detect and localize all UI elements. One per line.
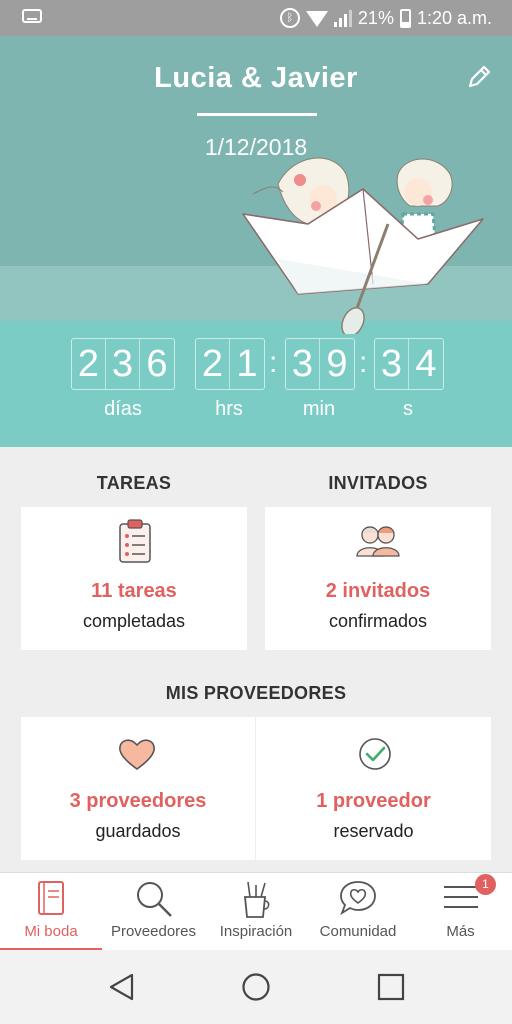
clock: 1:20 a.m. bbox=[416, 7, 492, 28]
nav-label: Inspiración bbox=[219, 923, 293, 940]
seconds-label: s bbox=[403, 398, 413, 420]
pencil-icon[interactable] bbox=[466, 64, 492, 90]
battery-icon bbox=[399, 8, 411, 28]
guests-icon bbox=[356, 526, 400, 557]
colon-separator: : bbox=[359, 346, 368, 379]
countdown-digit: 3 bbox=[375, 339, 409, 389]
booked-vendors-card[interactable]: 1 proveedor reservado bbox=[256, 717, 491, 860]
voicemail-icon bbox=[22, 9, 42, 23]
saved-vendors-card[interactable]: 3 proveedores guardados bbox=[21, 717, 255, 860]
checkmark-circle-icon bbox=[359, 738, 391, 770]
nav-label: Más bbox=[446, 923, 475, 940]
nav-proveedores[interactable]: Proveedores bbox=[102, 873, 205, 951]
countdown-minutes: 3 9 bbox=[285, 338, 355, 390]
nav-comunidad[interactable]: Comunidad bbox=[307, 873, 409, 951]
countdown-digit: 2 bbox=[196, 339, 230, 389]
nav-inspiracion[interactable]: Inspiración bbox=[205, 873, 307, 951]
tasks-sub: completadas bbox=[82, 611, 186, 631]
countdown-digit: 9 bbox=[326, 343, 348, 385]
notebook-icon bbox=[38, 881, 64, 915]
nav-label: Proveedores bbox=[110, 923, 197, 940]
booked-vendors-sub: reservado bbox=[333, 821, 414, 841]
countdown-days: 2 3 6 bbox=[71, 338, 175, 390]
colon-separator: : bbox=[269, 346, 278, 379]
status-bar: ᛒ 21% 1:20 a.m. bbox=[0, 0, 512, 36]
bottom-navigation: Mi boda Proveedores Inspiración Comunida… bbox=[0, 872, 512, 951]
couple-names: Lucia & Javier bbox=[154, 62, 358, 94]
countdown-timer: 2 3 6 2 1 : 3 9 : 3 4 bbox=[0, 338, 512, 398]
vendors-title: MIS PROVEEDORES bbox=[165, 683, 347, 703]
clipboard-icon bbox=[119, 519, 151, 563]
booked-vendors-count: 1 proveedor bbox=[316, 790, 431, 812]
bluetooth-icon: ᛒ bbox=[279, 8, 300, 28]
nav-mas[interactable]: Más bbox=[409, 873, 512, 951]
signal-icon bbox=[333, 9, 352, 27]
menu-icon bbox=[443, 886, 478, 908]
guests-sub: confirmados bbox=[328, 611, 428, 631]
recents-icon[interactable] bbox=[377, 973, 405, 1001]
guests-card[interactable]: 2 invitados confirmados bbox=[265, 507, 491, 650]
system-navigation-bar bbox=[0, 950, 512, 1024]
minutes-label: min bbox=[302, 398, 336, 420]
countdown-hours: 2 1 bbox=[195, 338, 265, 390]
countdown-digit: 4 bbox=[415, 343, 437, 385]
heart-icon bbox=[119, 739, 155, 770]
brushes-icon bbox=[244, 881, 270, 918]
countdown-digit: 3 bbox=[106, 339, 140, 389]
notification-badge: 1 bbox=[475, 874, 496, 895]
tasks-card[interactable]: 11 tareas completadas bbox=[21, 507, 247, 650]
wifi-icon bbox=[305, 11, 328, 27]
nav-label: Comunidad bbox=[319, 923, 397, 940]
nav-label: Mi boda bbox=[24, 923, 78, 940]
home-icon[interactable] bbox=[241, 972, 271, 1002]
countdown-digit: 6 bbox=[146, 343, 168, 385]
countdown-digit: 3 bbox=[286, 339, 320, 389]
wedding-header: Lucia & Javier 1/12/2018 2 3 6 2 1: 3 9… bbox=[0, 36, 512, 447]
battery-percent: 21% bbox=[357, 7, 394, 28]
countdown-seconds: 3 4 bbox=[374, 338, 444, 390]
nav-mi-boda[interactable]: Mi boda bbox=[0, 873, 102, 951]
guests-title: INVITADOS bbox=[328, 473, 428, 493]
guests-count: 2 invitados bbox=[325, 580, 431, 602]
search-icon bbox=[136, 882, 172, 917]
tasks-title: TAREAS bbox=[96, 473, 172, 493]
saved-vendors-sub: guardados bbox=[95, 821, 181, 841]
hours-label: hrs bbox=[215, 398, 243, 420]
paper-boat-illustration bbox=[242, 157, 484, 334]
countdown-digit: 2 bbox=[72, 339, 106, 389]
title-divider bbox=[197, 113, 317, 116]
tasks-count: 11 tareas bbox=[91, 580, 177, 602]
back-icon[interactable] bbox=[107, 972, 135, 1002]
days-label: días bbox=[104, 398, 142, 420]
chat-heart-icon bbox=[340, 881, 376, 916]
saved-vendors-count: 3 proveedores bbox=[69, 790, 207, 812]
countdown-digit: 1 bbox=[236, 343, 258, 385]
